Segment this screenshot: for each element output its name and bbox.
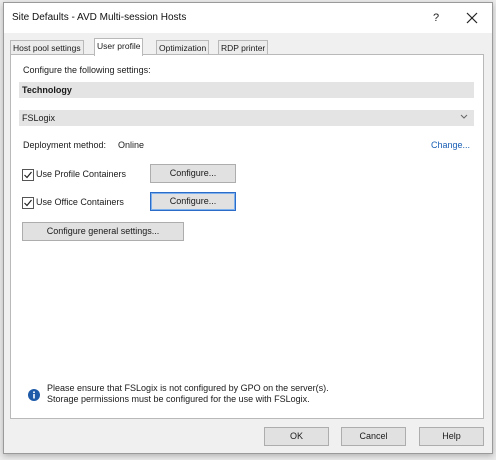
- technology-select-value: FSLogix: [22, 113, 56, 123]
- ok-button[interactable]: OK: [264, 427, 329, 446]
- profile-containers-label[interactable]: Use Profile Containers: [36, 169, 126, 179]
- office-containers-label[interactable]: Use Office Containers: [36, 197, 124, 207]
- configure-general-settings-button[interactable]: Configure general settings...: [22, 222, 184, 241]
- configure-profile-containers-button[interactable]: Configure...: [150, 164, 236, 183]
- profile-containers-checkbox[interactable]: [22, 169, 34, 181]
- tab-rdp-printer[interactable]: RDP printer: [218, 40, 269, 55]
- cancel-button[interactable]: Cancel: [341, 427, 406, 446]
- deployment-method-label: Deployment method:: [23, 140, 107, 150]
- tab-optimization[interactable]: Optimization: [156, 40, 210, 55]
- configure-office-containers-button[interactable]: Configure...: [150, 192, 236, 211]
- user-profile-panel: Configure the following settings: Techno…: [10, 54, 484, 419]
- checkmark-icon: [24, 199, 32, 207]
- checkmark-icon: [24, 171, 32, 179]
- technology-select[interactable]: FSLogix: [19, 110, 474, 126]
- deployment-method-value: Online: [118, 140, 145, 150]
- help-button[interactable]: Help: [419, 427, 484, 446]
- intro-text: Configure the following settings:: [23, 65, 151, 75]
- info-icon: [28, 389, 40, 401]
- dialog-window: Site Defaults - AVD Multi-session Hosts …: [3, 2, 493, 454]
- tab-host-pool-settings[interactable]: Host pool settings: [10, 40, 84, 55]
- change-link[interactable]: Change...: [431, 140, 470, 150]
- title-bar: Site Defaults - AVD Multi-session Hosts …: [4, 3, 492, 33]
- section-header-technology: Technology: [19, 82, 474, 98]
- chevron-down-icon: [460, 114, 468, 119]
- close-button[interactable]: [462, 8, 482, 28]
- notice-line-2: Storage permissions must be configured f…: [47, 394, 310, 404]
- tab-user-profile[interactable]: User profile: [94, 38, 144, 56]
- notice-line-1: Please ensure that FSLogix is not config…: [47, 383, 329, 393]
- office-containers-checkbox[interactable]: [22, 197, 34, 209]
- window-title: Site Defaults - AVD Multi-session Hosts: [12, 12, 187, 23]
- close-icon: [466, 12, 478, 24]
- help-title-button[interactable]: ?: [426, 8, 446, 28]
